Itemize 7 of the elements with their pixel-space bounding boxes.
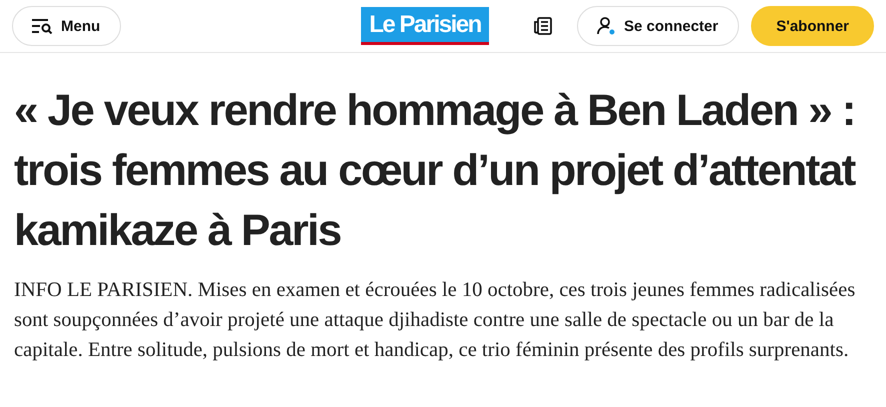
article-headline: « Je veux rendre hommage à Ben Laden » : trois femmes au cœur d’un projet d’attentat kamikaze à Paris <box>14 85 856 257</box>
subscribe-button[interactable]: S'abonner <box>751 6 874 46</box>
article-lead: INFO LE PARISIEN. Mises en examen et écrouées le 10 octobre, ces trois jeunes femmes radicalisées sont soupçonnées d’avoir projeté une attaque djihadiste contre une salle de spectacle ou un bar de la capitale. Entre solitude, pulsions de mort et handicap, ce trio féminin présente des profils surprenants. <box>14 278 856 363</box>
menu-button[interactable]: Menu <box>12 6 122 46</box>
user-icon <box>596 16 616 36</box>
menu-search-icon <box>31 18 53 34</box>
login-button[interactable]: Se connecter <box>577 6 740 46</box>
